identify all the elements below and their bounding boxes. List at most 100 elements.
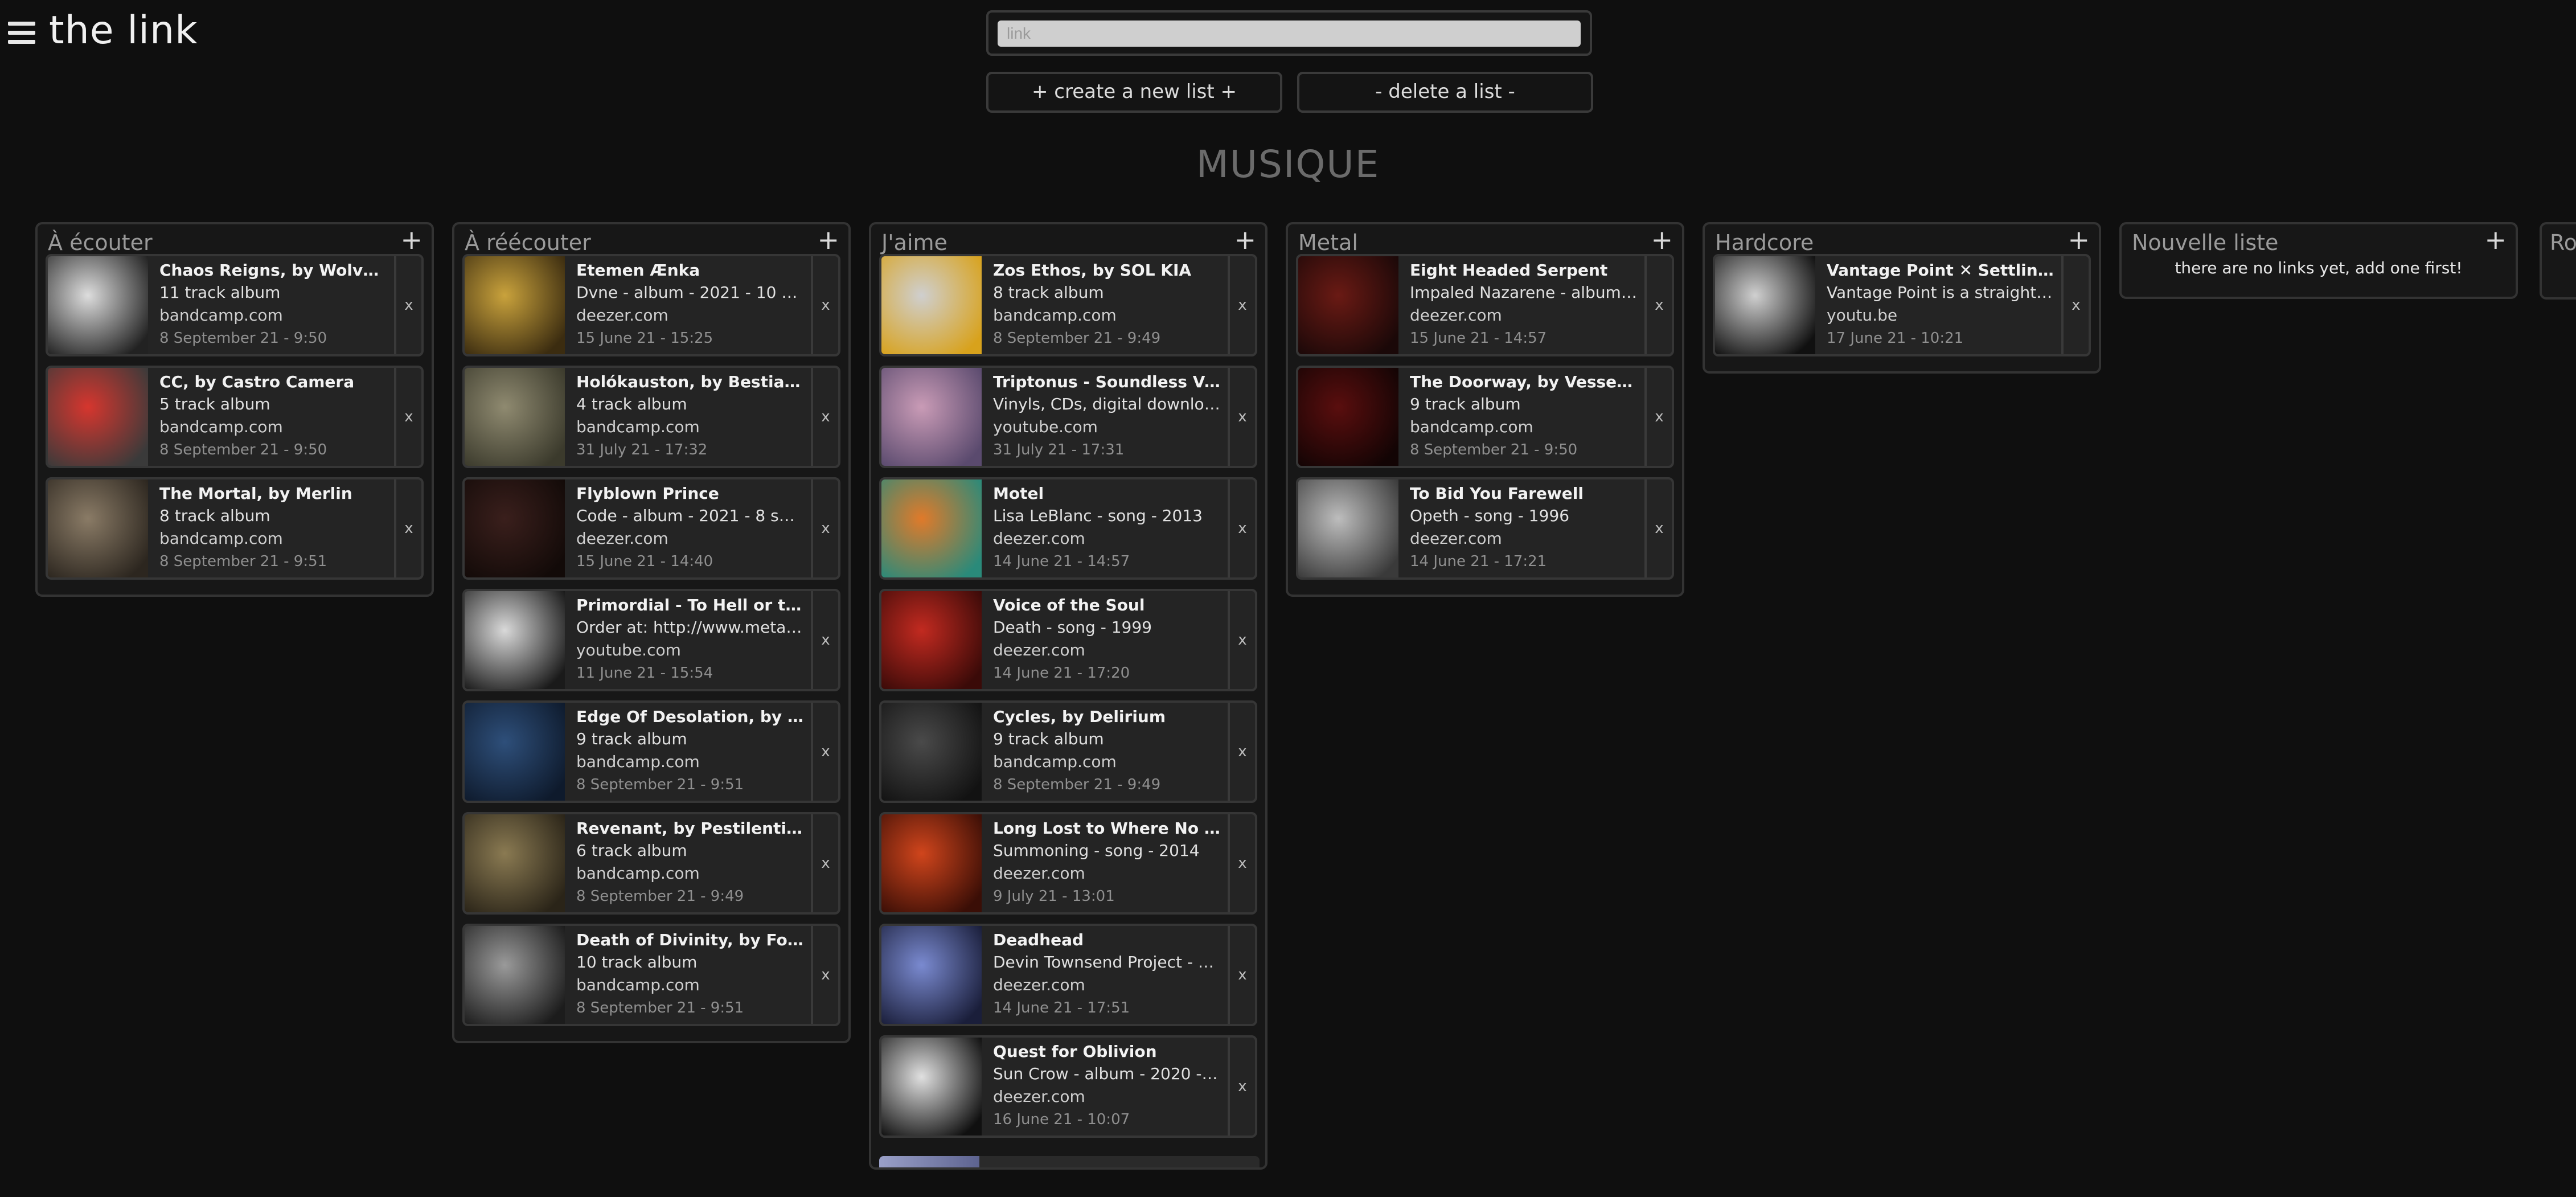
remove-link-button[interactable]: x xyxy=(1228,814,1255,912)
list-column-peek[interactable]: Ro xyxy=(2540,222,2576,300)
card-title[interactable]: The Mortal, by Merlin xyxy=(159,483,387,505)
album-cover-thumbnail[interactable] xyxy=(1298,256,1398,354)
link-card[interactable]: Cycles, by Delirium 9 track album bandcamp… xyxy=(879,700,1257,803)
album-cover-thumbnail[interactable] xyxy=(48,479,148,577)
link-card[interactable]: Vantage Point ✕ Settling It (2… Vantage P… xyxy=(1713,254,2091,356)
card-title[interactable]: Long Lost to Where No Pathw… xyxy=(993,818,1221,839)
remove-link-button[interactable]: x xyxy=(394,368,421,466)
remove-link-button[interactable]: x xyxy=(1228,368,1255,466)
album-cover-thumbnail[interactable] xyxy=(465,368,565,466)
card-title[interactable]: Revenant, by Pestilential Shad… xyxy=(576,818,804,839)
card-title[interactable]: Eight Headed Serpent xyxy=(1410,260,1638,281)
card-title[interactable]: Etemen Ænka xyxy=(576,260,804,281)
add-link-button[interactable]: + xyxy=(2068,224,2090,255)
link-card[interactable]: CC, by Castro Camera 5 track album bandcam… xyxy=(46,366,424,468)
card-title[interactable]: Chaos Reigns, by Wolves in ha… xyxy=(159,260,387,281)
add-link-button[interactable]: + xyxy=(400,224,423,255)
delete-list-button[interactable]: - delete a list - xyxy=(1297,72,1593,113)
link-card[interactable]: Voice of the Soul Death - song - 1999 deez… xyxy=(879,589,1257,691)
card-title[interactable]: Death of Divinity, by Foreign P… xyxy=(576,929,804,951)
card-title[interactable]: CC, by Castro Camera xyxy=(159,371,387,393)
link-card[interactable]: The Doorway, by Vessel Of Iniq… 9 track a… xyxy=(1296,366,1674,468)
card-title[interactable]: Zos Ethos, by SOL KIA xyxy=(993,260,1221,281)
album-cover-thumbnail[interactable] xyxy=(465,591,565,689)
card-title[interactable]: Flyblown Prince xyxy=(576,483,804,505)
album-cover-thumbnail[interactable] xyxy=(48,368,148,466)
card-title[interactable]: Primordial - To Hell or the Han… xyxy=(576,595,804,616)
album-cover-thumbnail[interactable] xyxy=(1298,479,1398,577)
link-card[interactable]: Primordial - To Hell or the Han… Order at… xyxy=(462,589,840,691)
remove-link-button[interactable]: x xyxy=(1228,591,1255,689)
remove-link-button[interactable]: x xyxy=(2061,256,2089,354)
link-card[interactable]: Edge Of Desolation, by Apallic9 track al… xyxy=(462,700,840,803)
album-cover-thumbnail[interactable] xyxy=(881,814,982,912)
link-card[interactable]: The Mortal, by Merlin 8 track album bandca… xyxy=(46,477,424,580)
remove-link-button[interactable]: x xyxy=(1644,368,1672,466)
card-title[interactable]: Voice of the Soul xyxy=(993,595,1221,616)
card-title[interactable]: Quest for Oblivion xyxy=(993,1041,1221,1063)
album-cover-thumbnail[interactable] xyxy=(881,591,982,689)
link-card-partial[interactable] xyxy=(879,1156,1260,1167)
card-title[interactable]: Holókauston, by Bestia Arcana xyxy=(576,371,804,393)
card-title[interactable]: Motel xyxy=(993,483,1221,505)
remove-link-button[interactable]: x xyxy=(1644,479,1672,577)
album-cover-thumbnail[interactable] xyxy=(881,368,982,466)
link-input[interactable] xyxy=(998,21,1581,47)
remove-link-button[interactable]: x xyxy=(394,479,421,577)
link-card[interactable]: Flyblown Prince Code - album - 2021 - 8 s… xyxy=(462,477,840,580)
card-title[interactable]: Deadhead xyxy=(993,929,1221,951)
card-title[interactable]: To Bid You Farewell xyxy=(1410,483,1638,505)
link-card[interactable]: Revenant, by Pestilential Shad… 6 track a… xyxy=(462,812,840,915)
album-cover-thumbnail[interactable] xyxy=(881,256,982,354)
remove-link-button[interactable]: x xyxy=(811,814,838,912)
album-cover-thumbnail[interactable] xyxy=(881,1038,982,1135)
album-cover-thumbnail[interactable] xyxy=(1298,368,1398,466)
album-cover-thumbnail[interactable] xyxy=(465,814,565,912)
remove-link-button[interactable]: x xyxy=(1228,703,1255,801)
card-title[interactable]: Vantage Point ✕ Settling It (2… xyxy=(1827,260,2054,281)
album-cover-thumbnail[interactable] xyxy=(881,703,982,801)
card-title[interactable]: Edge Of Desolation, by Apallic xyxy=(576,706,804,728)
link-card[interactable]: Quest for Oblivion Sun Crow - album - 202… xyxy=(879,1035,1257,1138)
remove-link-button[interactable]: x xyxy=(1644,256,1672,354)
album-cover-thumbnail[interactable] xyxy=(465,703,565,801)
add-link-button[interactable]: + xyxy=(2484,224,2507,255)
remove-link-button[interactable]: x xyxy=(811,479,838,577)
album-cover-thumbnail[interactable] xyxy=(465,926,565,1024)
add-link-button[interactable]: + xyxy=(1651,224,1673,255)
remove-link-button[interactable]: x xyxy=(394,256,421,354)
link-card[interactable]: Motel Lisa LeBlanc - song - 2013 deezer.co… xyxy=(879,477,1257,580)
link-card[interactable]: Triptonus - Soundless Voice (F… Vinyls, C… xyxy=(879,366,1257,468)
card-title[interactable]: Cycles, by Delirium xyxy=(993,706,1221,728)
remove-link-button[interactable]: x xyxy=(811,591,838,689)
remove-link-button[interactable]: x xyxy=(1228,256,1255,354)
remove-link-button[interactable]: x xyxy=(811,368,838,466)
remove-link-button[interactable]: x xyxy=(1228,479,1255,577)
link-card[interactable]: Etemen Ænka Dvne - album - 2021 - 10 song… xyxy=(462,254,840,356)
album-cover-thumbnail[interactable] xyxy=(881,479,982,577)
link-card[interactable]: Deadhead Devin Townsend Project - song … d… xyxy=(879,924,1257,1026)
link-card[interactable]: Eight Headed Serpent Impaled Nazarene - a… xyxy=(1296,254,1674,356)
create-list-button[interactable]: + create a new list + xyxy=(986,72,1282,113)
remove-link-button[interactable]: x xyxy=(811,703,838,801)
link-card[interactable]: Zos Ethos, by SOL KIA 8 track album bandca… xyxy=(879,254,1257,356)
link-card[interactable]: Holókauston, by Bestia Arcana 4 track alb… xyxy=(462,366,840,468)
card-title[interactable]: The Doorway, by Vessel Of Iniq… xyxy=(1410,371,1638,393)
album-cover-thumbnail[interactable] xyxy=(48,256,148,354)
album-cover-thumbnail[interactable] xyxy=(465,479,565,577)
album-cover-thumbnail[interactable] xyxy=(1715,256,1815,354)
add-link-button[interactable]: + xyxy=(1234,224,1256,255)
remove-link-button[interactable]: x xyxy=(1228,1038,1255,1135)
add-link-button[interactable]: + xyxy=(817,224,839,255)
link-card[interactable]: To Bid You Farewell Opeth - song - 1996 de… xyxy=(1296,477,1674,580)
album-cover-thumbnail[interactable] xyxy=(465,256,565,354)
menu-icon[interactable] xyxy=(8,22,35,44)
link-card[interactable]: Death of Divinity, by Foreign P… 10 track… xyxy=(462,924,840,1026)
remove-link-button[interactable]: x xyxy=(811,926,838,1024)
card-title[interactable]: Triptonus - Soundless Voice (F… xyxy=(993,371,1221,393)
album-cover-thumbnail[interactable] xyxy=(881,926,982,1024)
remove-link-button[interactable]: x xyxy=(811,256,838,354)
remove-link-button[interactable]: x xyxy=(1228,926,1255,1024)
link-card[interactable]: Chaos Reigns, by Wolves in ha… 11 track a… xyxy=(46,254,424,356)
link-card[interactable]: Long Lost to Where No Pathw… Summoning - … xyxy=(879,812,1257,915)
